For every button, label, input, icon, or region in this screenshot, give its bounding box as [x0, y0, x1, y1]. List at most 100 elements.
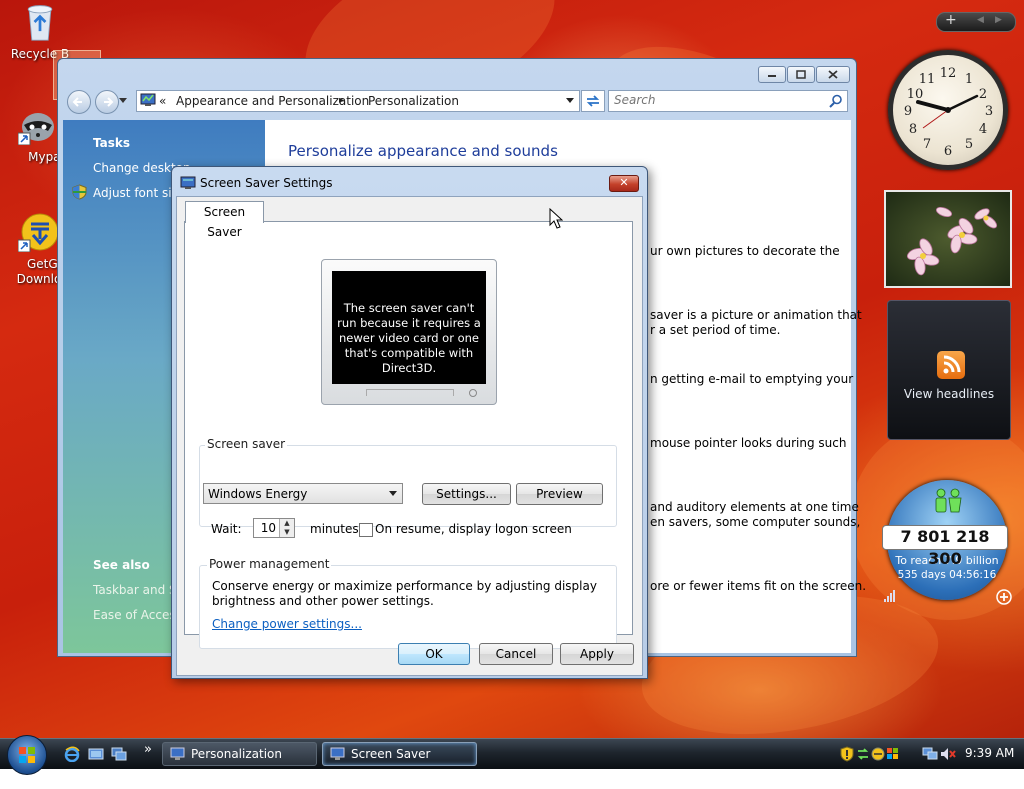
preview-monitor: The screen saver can't run because it re…: [321, 259, 497, 405]
quick-launch-overflow[interactable]: »: [144, 742, 152, 757]
windows-flag-icon[interactable]: [886, 747, 900, 761]
see-also-taskbar[interactable]: Taskbar and St: [93, 583, 181, 597]
taskbar-item-personalization[interactable]: Personalization: [162, 742, 317, 766]
sidebar-controls: + ◀ ▶: [936, 12, 1016, 32]
tab-screen-saver[interactable]: Screen Saver: [185, 201, 264, 239]
breadcrumb-personalization[interactable]: Personalization: [368, 94, 459, 108]
display-settings-description: ore or fewer items fit on the screen.: [650, 579, 867, 593]
page-title: Personalize appearance and sounds: [288, 142, 558, 160]
wait-label: Wait:: [211, 522, 242, 536]
clock-number: 2: [979, 87, 987, 102]
dialog-title: Screen Saver Settings: [200, 176, 333, 190]
windows-logo-icon: [19, 747, 35, 763]
feed-headlines-gadget[interactable]: View headlines: [887, 300, 1011, 440]
population-counter: 7 801 218 300: [882, 525, 1008, 568]
screen-saver-icon: [330, 747, 345, 760]
monitor-power-icon: [469, 389, 477, 397]
settings-button[interactable]: Settings...: [422, 483, 511, 505]
recent-pages-dropdown[interactable]: [119, 98, 127, 103]
ok-button[interactable]: OK: [398, 643, 470, 665]
security-shield-icon[interactable]: [840, 746, 854, 762]
update-icon[interactable]: [856, 747, 870, 761]
search-input[interactable]: [609, 91, 814, 109]
clock-number: 12: [940, 66, 957, 81]
uac-shield-icon: [72, 184, 87, 200]
switch-windows-icon[interactable]: [111, 746, 127, 762]
tasks-heading: Tasks: [93, 136, 131, 150]
taskbar-item-label: Screen Saver Settings: [351, 747, 431, 784]
dialog-close-button[interactable]: ✕: [609, 175, 639, 192]
monitor-stand: [366, 389, 454, 396]
logon-screen-label[interactable]: On resume, display logon screen: [375, 522, 572, 536]
spinner-arrows-icon[interactable]: ▲ ▼: [279, 519, 294, 537]
clock-number: 7: [923, 137, 931, 152]
population-countdown: 535 days 04:56:16: [897, 569, 997, 581]
minimize-button[interactable]: [758, 66, 786, 83]
volume-muted-icon[interactable]: [940, 747, 956, 761]
forward-arrow-icon: [104, 97, 114, 107]
address-bar[interactable]: « Appearance and Personalization ▸ Perso…: [136, 90, 580, 112]
clock-face-icon: 12 1 2 3 4 5 6 7 8 9 10 11: [904, 66, 993, 159]
next-page-icon[interactable]: ▶: [995, 15, 1002, 25]
previous-page-icon[interactable]: ◀: [977, 15, 984, 25]
add-gadget-icon[interactable]: +: [945, 12, 957, 28]
cancel-button[interactable]: Cancel: [479, 643, 553, 665]
clock-number: 4: [979, 122, 987, 137]
maximize-icon: [796, 70, 806, 79]
breadcrumb-separator-arrow[interactable]: ▸: [339, 95, 344, 106]
control-panel-icon: [170, 747, 185, 760]
desktop-background-description: ur own pictures to decorate the: [650, 244, 840, 258]
clock-number: 6: [944, 144, 952, 159]
screen-saver-selected-value: Windows Energy: [208, 487, 308, 501]
close-button[interactable]: [816, 66, 850, 83]
gadget-settings-icon[interactable]: [884, 589, 898, 603]
control-panel-icon: [140, 93, 156, 106]
change-power-settings-link[interactable]: Change power settings...: [212, 617, 362, 631]
start-button[interactable]: [7, 735, 47, 775]
system-clock[interactable]: 9:39 AM: [965, 746, 1014, 760]
taskbar: » Personalization Screen Saver Settings …: [0, 735, 1024, 784]
search-box[interactable]: [608, 90, 848, 112]
wait-value: 10: [260, 521, 276, 535]
mouse-cursor-icon: [549, 208, 563, 229]
power-management-label: Power management: [207, 557, 332, 571]
people-icon: [935, 488, 962, 513]
wait-minutes-spinner[interactable]: 10 ▲ ▼: [253, 518, 295, 538]
minimize-icon: [768, 75, 776, 77]
preview-screen: The screen saver can't run because it re…: [332, 271, 486, 384]
taskbar-item-label: Personalization: [191, 747, 282, 761]
address-dropdown-arrow[interactable]: [566, 98, 574, 103]
screen-saver-settings-dialog[interactable]: Screen Saver Settings ✕ Screen Saver The…: [171, 166, 648, 679]
screen-saver-icon: [180, 176, 196, 189]
close-icon: [828, 70, 838, 79]
clock-number: 11: [919, 72, 936, 87]
theme-description-2: en savers, some computer sounds,: [650, 515, 861, 529]
apply-button[interactable]: Apply: [560, 643, 634, 665]
slideshow-gadget[interactable]: [884, 190, 1012, 288]
forward-button[interactable]: [95, 90, 119, 114]
internet-explorer-icon[interactable]: [64, 746, 80, 762]
breadcrumb-overflow[interactable]: «: [159, 94, 166, 108]
clock-number: 10: [907, 87, 924, 102]
refresh-button[interactable]: [581, 90, 605, 112]
see-also-ease-of-access[interactable]: Ease of Access: [93, 608, 182, 622]
back-button[interactable]: [67, 90, 91, 114]
screen-saver-select[interactable]: Windows Energy: [203, 483, 403, 504]
dialog-body: Screen Saver The screen saver can't run …: [176, 196, 643, 676]
network-icon[interactable]: [922, 747, 938, 761]
show-desktop-icon[interactable]: [88, 746, 104, 762]
maximize-button[interactable]: [787, 66, 815, 83]
preview-button[interactable]: Preview: [516, 483, 603, 505]
network-status-icon[interactable]: [871, 747, 885, 761]
add-gadget-plus-icon[interactable]: [996, 589, 1012, 605]
clock-number: 1: [965, 72, 973, 87]
taskbar-item-screen-saver-settings[interactable]: Screen Saver Settings: [322, 742, 477, 784]
download-arrow-icon: [17, 213, 59, 253]
clock-gadget[interactable]: 12 1 2 3 4 5 6 7 8 9 10 11: [888, 50, 1008, 170]
clock-number: 3: [985, 104, 993, 119]
logon-screen-checkbox[interactable]: [359, 523, 373, 537]
search-icon[interactable]: [829, 94, 843, 108]
clock-number: 9: [904, 104, 912, 119]
refresh-icon: [586, 95, 600, 107]
view-headlines-label[interactable]: View headlines: [888, 387, 1010, 401]
